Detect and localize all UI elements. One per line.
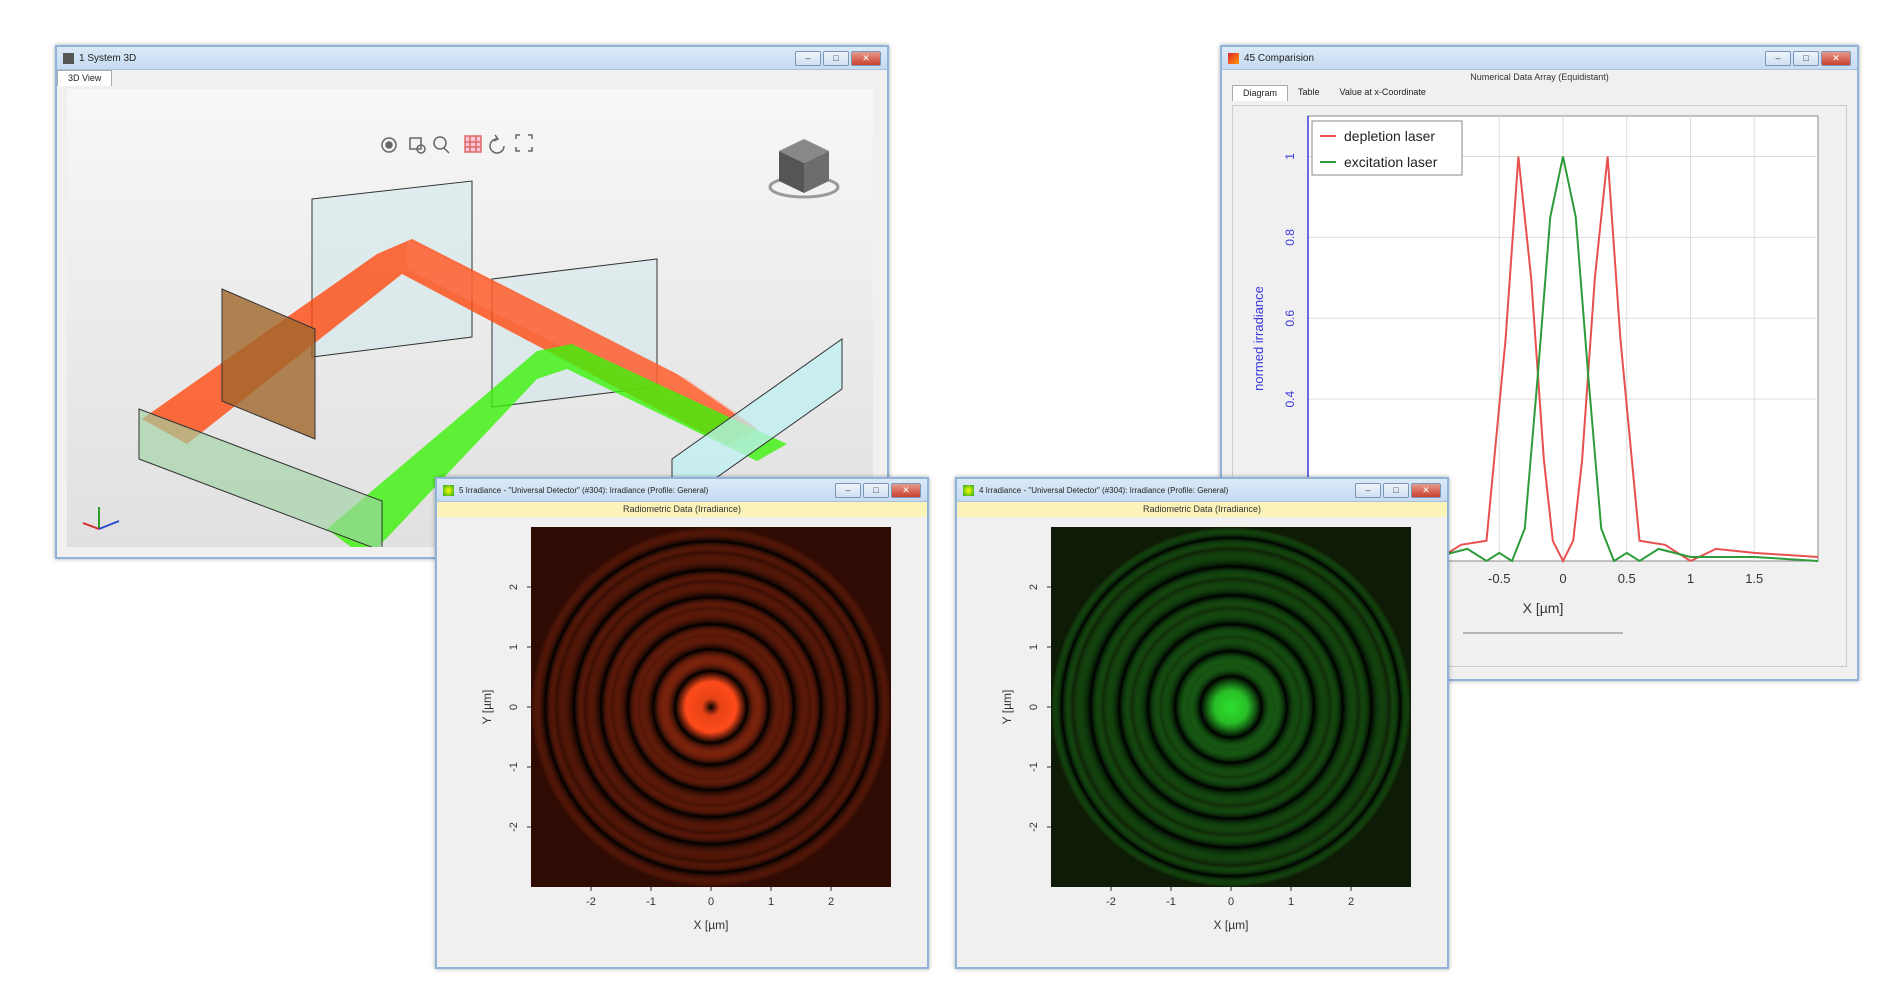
irradiance-subtitle: Radiometric Data (Irradiance) bbox=[437, 502, 927, 517]
y-axis-label: Y [µm] bbox=[1000, 690, 1014, 725]
window-title: 1 System 3D bbox=[79, 52, 137, 64]
minimize-button[interactable]: – bbox=[1765, 50, 1791, 66]
comparison-subtitle: Numerical Data Array (Equidistant) bbox=[1470, 72, 1609, 82]
rotate-icon[interactable] bbox=[489, 134, 505, 154]
y-tick-label: 0 bbox=[508, 704, 520, 710]
x-axis-label: X [µm] bbox=[1523, 600, 1564, 616]
y-tick-label: 0.6 bbox=[1283, 310, 1297, 327]
axis-triad-icon bbox=[82, 507, 120, 530]
tab-value-at-x[interactable]: Value at x-Coordinate bbox=[1330, 85, 1436, 101]
app-icon bbox=[63, 52, 74, 64]
zoom-icon[interactable] bbox=[433, 136, 450, 154]
window-title: 4 Irradiance - "Universal Detector" (#30… bbox=[979, 485, 1229, 495]
x-axis-label: X [µm] bbox=[1214, 918, 1249, 932]
y-axis-label: Y [µm] bbox=[480, 690, 494, 725]
irradiance-image bbox=[1051, 527, 1411, 887]
x-tick-label: 0 bbox=[708, 896, 714, 908]
maximize-button[interactable]: □ bbox=[1383, 482, 1409, 498]
mirror-bottom bbox=[138, 408, 383, 552]
minimize-button[interactable]: – bbox=[795, 50, 821, 66]
view-toolbar bbox=[381, 134, 533, 154]
x-tick-label: 0 bbox=[1559, 571, 1566, 586]
maximize-button[interactable]: □ bbox=[1793, 50, 1819, 66]
x-tick-label: -2 bbox=[1106, 896, 1116, 908]
y-tick-label: 2 bbox=[508, 584, 520, 590]
close-button[interactable]: ✕ bbox=[891, 482, 921, 498]
tab-3d-view[interactable]: 3D View bbox=[57, 70, 113, 86]
y-tick-label: 1 bbox=[508, 644, 520, 650]
y-tick-label: 1 bbox=[1283, 153, 1297, 160]
x-tick-label: 1 bbox=[768, 896, 774, 908]
close-button[interactable]: ✕ bbox=[1411, 482, 1441, 498]
x-tick-label: -1 bbox=[646, 896, 656, 908]
y-tick-label: 0.4 bbox=[1283, 391, 1297, 408]
window-title: 5 Irradiance - "Universal Detector" (#30… bbox=[459, 485, 709, 495]
y-tick-label: 0.8 bbox=[1283, 229, 1297, 246]
minimize-button[interactable]: – bbox=[835, 482, 861, 498]
app-icon bbox=[443, 484, 454, 496]
x-tick-label: 1.5 bbox=[1745, 571, 1763, 586]
y-tick-label: 0 bbox=[1028, 704, 1040, 710]
view-cube-icon[interactable] bbox=[768, 139, 840, 199]
fit-icon[interactable] bbox=[515, 134, 533, 152]
maximize-button[interactable]: □ bbox=[863, 482, 889, 498]
y-tick-label: -2 bbox=[508, 822, 520, 832]
zoom-window-icon[interactable] bbox=[409, 137, 426, 154]
close-button[interactable]: ✕ bbox=[851, 50, 881, 66]
y-tick-label: -1 bbox=[508, 762, 520, 772]
app-icon bbox=[963, 484, 974, 496]
y-tick-label: -2 bbox=[1028, 822, 1040, 832]
x-tick-label: 1 bbox=[1288, 896, 1294, 908]
legend-label: excitation laser bbox=[1344, 154, 1438, 170]
window-titlebar[interactable]: 4 Irradiance - "Universal Detector" (#30… bbox=[957, 479, 1447, 502]
close-button[interactable]: ✕ bbox=[1821, 50, 1851, 66]
irradiance-image bbox=[531, 527, 891, 887]
x-tick-label: 1 bbox=[1687, 571, 1694, 586]
x-tick-label: 2 bbox=[1348, 896, 1354, 908]
maximize-button[interactable]: □ bbox=[823, 50, 849, 66]
y-axis-label: normed irradiance bbox=[1251, 286, 1266, 391]
x-tick-label: 0 bbox=[1228, 896, 1234, 908]
y-tick-label: 2 bbox=[1028, 584, 1040, 590]
irradiance-plot-4: -2 -1 0 1 2 2 1 0 -1 -2 X [µm] Y [µm] bbox=[1000, 527, 1411, 932]
irradiance-4-window: 4 Irradiance - "Universal Detector" (#30… bbox=[955, 477, 1449, 969]
legend-label: depletion laser bbox=[1344, 128, 1435, 144]
y-tick-label: -1 bbox=[1028, 762, 1040, 772]
minimize-button[interactable]: – bbox=[1355, 482, 1381, 498]
tab-table[interactable]: Table bbox=[1288, 85, 1330, 101]
window-titlebar[interactable]: 1 System 3D – □ ✕ bbox=[57, 47, 887, 70]
x-tick-label: -0.5 bbox=[1488, 571, 1510, 586]
tab-diagram[interactable]: Diagram bbox=[1232, 85, 1289, 101]
irradiance-plot-5: -2 -1 0 1 2 2 1 0 -1 -2 X [µm] Y [µm] bbox=[480, 527, 891, 932]
x-tick-label: 0.5 bbox=[1618, 571, 1636, 586]
x-tick-label: 2 bbox=[828, 896, 834, 908]
app-icon bbox=[1228, 52, 1239, 64]
y-tick-label: 1 bbox=[1028, 644, 1040, 650]
x-tick-label: -2 bbox=[586, 896, 596, 908]
legend: depletion laser excitation laser bbox=[1311, 120, 1463, 176]
window-title: 45 Comparision bbox=[1244, 52, 1315, 64]
target-icon[interactable] bbox=[381, 137, 397, 153]
irradiance-subtitle: Radiometric Data (Irradiance) bbox=[957, 502, 1447, 517]
x-axis-label: X [µm] bbox=[694, 918, 729, 932]
irradiance-5-window: 5 Irradiance - "Universal Detector" (#30… bbox=[435, 477, 929, 969]
grid-icon[interactable] bbox=[464, 135, 482, 153]
window-titlebar[interactable]: 45 Comparision – □ ✕ bbox=[1222, 47, 1857, 70]
x-tick-label: -1 bbox=[1166, 896, 1176, 908]
window-titlebar[interactable]: 5 Irradiance - "Universal Detector" (#30… bbox=[437, 479, 927, 502]
